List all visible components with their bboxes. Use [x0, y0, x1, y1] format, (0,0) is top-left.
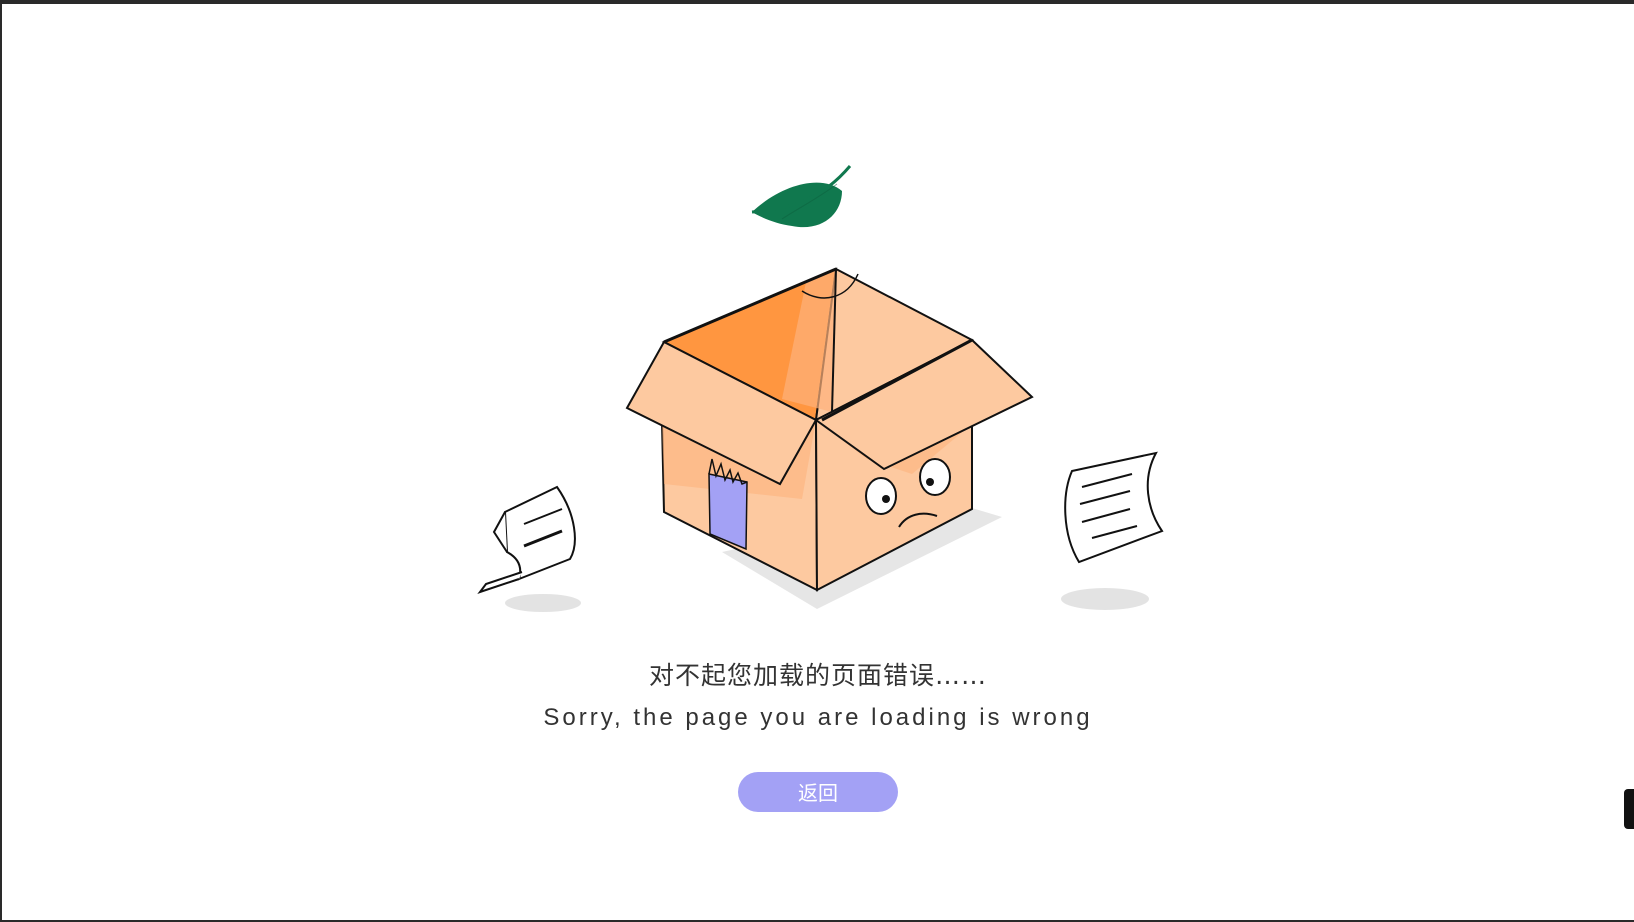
empty-box-illustration [477, 165, 1164, 612]
side-drawer-handle[interactable] [1624, 789, 1634, 829]
error-page: 对不起您加载的页面错误…… Sorry, the page you are lo… [2, 4, 1634, 920]
back-button[interactable]: 返回 [738, 772, 898, 812]
paper-icon-left [477, 485, 576, 594]
paper-right-shadow [1061, 588, 1149, 610]
paper-left-shadow [505, 594, 581, 612]
box-icon [625, 267, 1034, 592]
paper-icon-right [1064, 451, 1164, 564]
error-message-en: Sorry, the page you are loading is wrong [543, 704, 1093, 731]
error-message-cn: 对不起您加载的页面错误…… [648, 661, 987, 690]
leaf-icon [751, 165, 852, 228]
